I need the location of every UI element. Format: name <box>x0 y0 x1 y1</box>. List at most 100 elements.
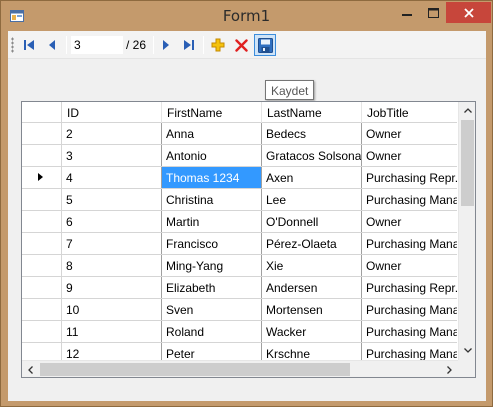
form-window: Form1 / 26 <box>0 0 493 407</box>
cell-firstname[interactable]: Roland <box>162 321 262 342</box>
table-row[interactable]: 10SvenMortensenPurchasing Mana... <box>22 299 457 321</box>
toolbar-separator <box>66 36 67 54</box>
minimize-button[interactable] <box>394 2 420 23</box>
row-header[interactable] <box>22 145 62 166</box>
data-grid[interactable]: ID FirstName LastName JobTitle 2 Anna Bede… <box>21 101 476 378</box>
cell-id[interactable]: 10 <box>62 299 162 320</box>
table-row[interactable]: 11RolandWackerPurchasing Mana... <box>22 321 457 343</box>
column-header-firstname[interactable]: FirstName <box>162 102 262 123</box>
move-previous-button[interactable] <box>41 34 63 56</box>
row-header[interactable] <box>22 123 62 144</box>
cell-id[interactable]: 11 <box>62 321 162 342</box>
cell-lastname[interactable]: Andersen <box>262 277 362 298</box>
position-input[interactable] <box>70 35 124 55</box>
column-header-lastname[interactable]: LastName <box>262 102 362 123</box>
cell-jobtitle[interactable]: Purchasing Repr... <box>362 277 457 298</box>
cell-lastname[interactable]: Mortensen <box>262 299 362 320</box>
row-header[interactable] <box>22 233 62 254</box>
title-bar[interactable]: Form1 <box>1 1 492 31</box>
chevron-up-icon <box>463 108 472 113</box>
row-header[interactable] <box>22 211 62 232</box>
table-row[interactable]: 6 Martin O'Donnell Owner <box>22 211 457 233</box>
horizontal-scroll-thumb[interactable] <box>40 363 350 376</box>
cell-lastname[interactable]: Xie <box>262 255 362 276</box>
close-button[interactable] <box>446 2 491 23</box>
cell-jobtitle[interactable]: Owner <box>362 145 457 166</box>
cell-firstname[interactable]: Anna <box>162 123 262 144</box>
cell-jobtitle[interactable]: Purchasing Repr... <box>362 167 457 188</box>
add-new-button[interactable] <box>207 34 229 56</box>
scrollbar-corner <box>458 360 475 377</box>
table-row[interactable]: 2 Anna Bedecs Owner <box>22 123 457 145</box>
cell-firstname[interactable]: Sven <box>162 299 262 320</box>
column-header-id[interactable]: ID <box>62 102 162 123</box>
table-row[interactable]: 5ChristinaLeePurchasing Mana... <box>22 189 457 211</box>
row-header[interactable] <box>22 189 62 210</box>
vertical-scroll-thumb[interactable] <box>461 120 474 206</box>
table-row[interactable]: 8 Ming-Yang Xie Owner <box>22 255 457 277</box>
scroll-down-button[interactable] <box>459 342 475 359</box>
scroll-left-button[interactable] <box>22 361 39 377</box>
cell-id[interactable]: 6 <box>62 211 162 232</box>
cell-firstname[interactable]: Antonio <box>162 145 262 166</box>
cell-id[interactable]: 9 <box>62 277 162 298</box>
toolbar-grip[interactable] <box>11 37 14 53</box>
cell-lastname[interactable]: Pérez-Olaeta <box>262 233 362 254</box>
cell-firstname[interactable]: Ming-Yang <box>162 255 262 276</box>
cell-jobtitle[interactable]: Purchasing Mana... <box>362 233 457 254</box>
table-row[interactable]: 7FranciscoPérez-OlaetaPurchasing Mana... <box>22 233 457 255</box>
cell-jobtitle[interactable]: Purchasing Mana... <box>362 321 457 342</box>
column-header-jobtitle[interactable]: JobTitle <box>362 102 457 123</box>
row-header[interactable] <box>22 255 62 276</box>
cell-lastname[interactable]: Axen <box>262 167 362 188</box>
save-button[interactable] <box>254 34 276 56</box>
scroll-up-button[interactable] <box>459 102 475 119</box>
chevron-down-icon <box>463 348 472 353</box>
cell-id[interactable]: 4 <box>62 167 162 188</box>
record-count: / 26 <box>126 38 147 52</box>
cell-firstname[interactable]: Christina <box>162 189 262 210</box>
maximize-button[interactable] <box>420 2 446 23</box>
cell-lastname[interactable]: Wacker <box>262 321 362 342</box>
cell-firstname[interactable]: Martin <box>162 211 262 232</box>
cell-firstname[interactable]: Elizabeth <box>162 277 262 298</box>
move-first-icon <box>24 40 34 50</box>
cell-lastname[interactable]: O'Donnell <box>262 211 362 232</box>
cell-id[interactable]: 3 <box>62 145 162 166</box>
cell-id[interactable]: 7 <box>62 233 162 254</box>
scroll-right-button[interactable] <box>441 361 458 377</box>
cell-jobtitle[interactable]: Purchasing Mana... <box>362 189 457 210</box>
table-row[interactable]: 9 Elizabeth Andersen Purchasing Repr... <box>22 277 457 299</box>
chevron-left-icon <box>28 365 33 374</box>
grid-rows: 2 Anna Bedecs Owner 3 Antonio Gratacos Solsona… <box>22 123 457 365</box>
table-row[interactable]: 3 Antonio Gratacos Solsona Owner <box>22 145 457 167</box>
row-header[interactable] <box>22 299 62 320</box>
table-row[interactable]: 4 Thomas 1234 Axen Purchasing Repr... <box>22 167 457 189</box>
cell-lastname[interactable]: Gratacos Solsona <box>262 145 362 166</box>
move-first-button[interactable] <box>18 34 40 56</box>
row-header[interactable] <box>22 321 62 342</box>
row-header[interactable] <box>22 277 62 298</box>
delete-icon <box>234 38 248 52</box>
vertical-scrollbar[interactable] <box>458 102 475 360</box>
move-next-icon <box>163 40 169 50</box>
cell-id[interactable]: 5 <box>62 189 162 210</box>
cell-jobtitle[interactable]: Owner <box>362 255 457 276</box>
move-next-button[interactable] <box>155 34 177 56</box>
cell-firstname[interactable]: Francisco <box>162 233 262 254</box>
move-last-button[interactable] <box>178 34 200 56</box>
cell-jobtitle[interactable]: Purchasing Mana... <box>362 299 457 320</box>
row-header[interactable] <box>22 167 62 188</box>
cell-lastname[interactable]: Bedecs <box>262 123 362 144</box>
cell-jobtitle[interactable]: Owner <box>362 211 457 232</box>
cell-id[interactable]: 2 <box>62 123 162 144</box>
header-corner[interactable] <box>22 102 62 123</box>
delete-button[interactable] <box>230 34 252 56</box>
cell-id[interactable]: 8 <box>62 255 162 276</box>
horizontal-scrollbar[interactable] <box>22 360 458 377</box>
current-row-indicator-icon <box>38 173 43 181</box>
cell-jobtitle[interactable]: Owner <box>362 123 457 144</box>
cell-firstname[interactable]: Thomas 1234 <box>162 167 262 188</box>
cell-lastname[interactable]: Lee <box>262 189 362 210</box>
binding-navigator: / 26 <box>8 31 486 59</box>
